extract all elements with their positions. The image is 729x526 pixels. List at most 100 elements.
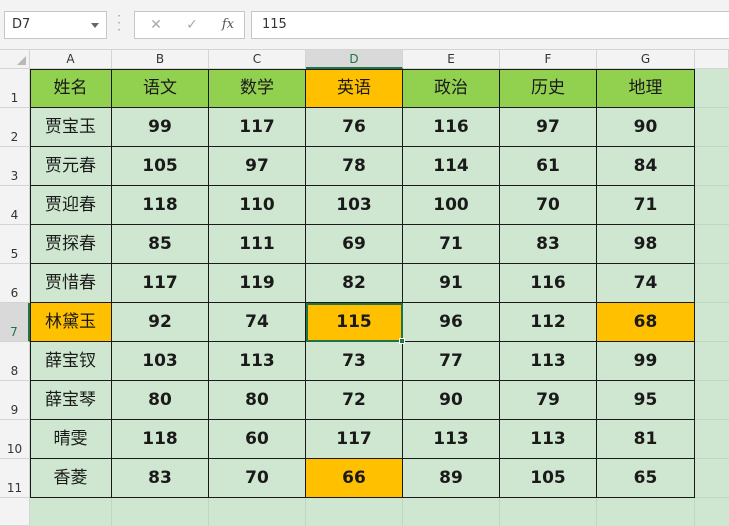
student-name-cell[interactable]: 贾宝玉 bbox=[30, 108, 112, 147]
score-cell[interactable]: 92 bbox=[112, 303, 209, 342]
score-cell[interactable]: 82 bbox=[306, 264, 403, 303]
score-cell[interactable]: 113 bbox=[500, 420, 597, 459]
score-cell[interactable]: 119 bbox=[209, 264, 306, 303]
table-header-cell[interactable]: 英语 bbox=[306, 69, 403, 108]
score-cell[interactable]: 116 bbox=[500, 264, 597, 303]
score-cell[interactable]: 97 bbox=[500, 108, 597, 147]
table-header-cell[interactable]: 历史 bbox=[500, 69, 597, 108]
score-cell[interactable]: 71 bbox=[597, 186, 695, 225]
score-cell[interactable]: 65 bbox=[597, 459, 695, 498]
fill-handle[interactable] bbox=[399, 338, 405, 344]
row-header-4[interactable]: 4 bbox=[0, 186, 30, 225]
column-header-h[interactable] bbox=[695, 50, 729, 69]
score-cell[interactable]: 105 bbox=[500, 459, 597, 498]
column-header-b[interactable]: B bbox=[112, 50, 209, 69]
score-cell[interactable]: 117 bbox=[306, 420, 403, 459]
score-cell[interactable]: 110 bbox=[209, 186, 306, 225]
table-header-cell[interactable]: 姓名 bbox=[30, 69, 112, 108]
score-cell[interactable]: 114 bbox=[403, 147, 500, 186]
row-header-6[interactable]: 6 bbox=[0, 264, 30, 303]
score-cell[interactable]: 90 bbox=[597, 108, 695, 147]
score-cell[interactable]: 70 bbox=[500, 186, 597, 225]
table-header-cell[interactable]: 地理 bbox=[597, 69, 695, 108]
row-header-11[interactable]: 11 bbox=[0, 459, 30, 498]
score-cell[interactable]: 61 bbox=[500, 147, 597, 186]
chevron-down-icon[interactable] bbox=[91, 23, 99, 28]
score-cell[interactable]: 71 bbox=[403, 225, 500, 264]
score-cell[interactable]: 79 bbox=[500, 381, 597, 420]
score-cell[interactable]: 117 bbox=[112, 264, 209, 303]
column-header-d[interactable]: D bbox=[306, 50, 403, 69]
score-cell[interactable]: 100 bbox=[403, 186, 500, 225]
column-header-e[interactable]: E bbox=[403, 50, 500, 69]
score-cell[interactable]: 118 bbox=[112, 186, 209, 225]
score-cell[interactable]: 103 bbox=[112, 342, 209, 381]
score-cell[interactable]: 113 bbox=[209, 342, 306, 381]
score-cell[interactable]: 111 bbox=[209, 225, 306, 264]
name-box[interactable]: D7 bbox=[4, 11, 107, 39]
insert-function-icon[interactable]: fx bbox=[216, 15, 240, 35]
row-header-7[interactable]: 7 bbox=[0, 303, 30, 342]
score-cell[interactable]: 85 bbox=[112, 225, 209, 264]
student-name-cell[interactable]: 贾元春 bbox=[30, 147, 112, 186]
check-icon[interactable]: ✓ bbox=[180, 15, 204, 35]
score-cell[interactable]: 81 bbox=[597, 420, 695, 459]
student-name-cell[interactable]: 贾惜春 bbox=[30, 264, 112, 303]
score-cell[interactable]: 96 bbox=[403, 303, 500, 342]
cancel-icon[interactable]: ✕ bbox=[144, 15, 168, 35]
score-cell[interactable]: 77 bbox=[403, 342, 500, 381]
score-cell[interactable]: 112 bbox=[500, 303, 597, 342]
row-header-9[interactable]: 9 bbox=[0, 381, 30, 420]
score-cell[interactable]: 60 bbox=[209, 420, 306, 459]
score-cell[interactable]: 83 bbox=[112, 459, 209, 498]
row-header-12[interactable] bbox=[0, 498, 30, 526]
score-cell[interactable]: 69 bbox=[306, 225, 403, 264]
score-cell[interactable]: 95 bbox=[597, 381, 695, 420]
column-header-c[interactable]: C bbox=[209, 50, 306, 69]
score-cell[interactable]: 68 bbox=[597, 303, 695, 342]
score-cell[interactable]: 89 bbox=[403, 459, 500, 498]
score-cell[interactable]: 99 bbox=[112, 108, 209, 147]
score-cell[interactable]: 83 bbox=[500, 225, 597, 264]
score-cell[interactable]: 118 bbox=[112, 420, 209, 459]
select-all-button[interactable] bbox=[0, 50, 30, 69]
score-cell[interactable]: 84 bbox=[597, 147, 695, 186]
score-cell[interactable]: 113 bbox=[500, 342, 597, 381]
formula-input[interactable]: 115 bbox=[251, 11, 729, 39]
table-header-cell[interactable]: 政治 bbox=[403, 69, 500, 108]
drag-handle-icon[interactable]: · · · bbox=[117, 10, 121, 36]
score-cell[interactable]: 99 bbox=[597, 342, 695, 381]
score-cell[interactable]: 90 bbox=[403, 381, 500, 420]
row-header-5[interactable]: 5 bbox=[0, 225, 30, 264]
score-cell[interactable]: 115 bbox=[306, 303, 403, 342]
score-cell[interactable]: 78 bbox=[306, 147, 403, 186]
column-header-f[interactable]: F bbox=[500, 50, 597, 69]
score-cell[interactable]: 66 bbox=[306, 459, 403, 498]
row-header-8[interactable]: 8 bbox=[0, 342, 30, 381]
score-cell[interactable]: 80 bbox=[112, 381, 209, 420]
column-header-g[interactable]: G bbox=[597, 50, 695, 69]
score-cell[interactable]: 73 bbox=[306, 342, 403, 381]
score-cell[interactable]: 98 bbox=[597, 225, 695, 264]
student-name-cell[interactable]: 薛宝琴 bbox=[30, 381, 112, 420]
student-name-cell[interactable]: 林黛玉 bbox=[30, 303, 112, 342]
student-name-cell[interactable]: 香菱 bbox=[30, 459, 112, 498]
student-name-cell[interactable]: 贾探春 bbox=[30, 225, 112, 264]
score-cell[interactable]: 74 bbox=[597, 264, 695, 303]
score-cell[interactable]: 91 bbox=[403, 264, 500, 303]
score-cell[interactable]: 105 bbox=[112, 147, 209, 186]
table-header-cell[interactable]: 数学 bbox=[209, 69, 306, 108]
score-cell[interactable]: 70 bbox=[209, 459, 306, 498]
student-name-cell[interactable]: 薛宝钗 bbox=[30, 342, 112, 381]
student-name-cell[interactable]: 贾迎春 bbox=[30, 186, 112, 225]
score-cell[interactable]: 113 bbox=[403, 420, 500, 459]
score-cell[interactable]: 116 bbox=[403, 108, 500, 147]
score-cell[interactable]: 97 bbox=[209, 147, 306, 186]
score-cell[interactable]: 74 bbox=[209, 303, 306, 342]
score-cell[interactable]: 72 bbox=[306, 381, 403, 420]
score-cell[interactable]: 103 bbox=[306, 186, 403, 225]
score-cell[interactable]: 117 bbox=[209, 108, 306, 147]
score-cell[interactable]: 76 bbox=[306, 108, 403, 147]
table-header-cell[interactable]: 语文 bbox=[112, 69, 209, 108]
score-cell[interactable]: 80 bbox=[209, 381, 306, 420]
